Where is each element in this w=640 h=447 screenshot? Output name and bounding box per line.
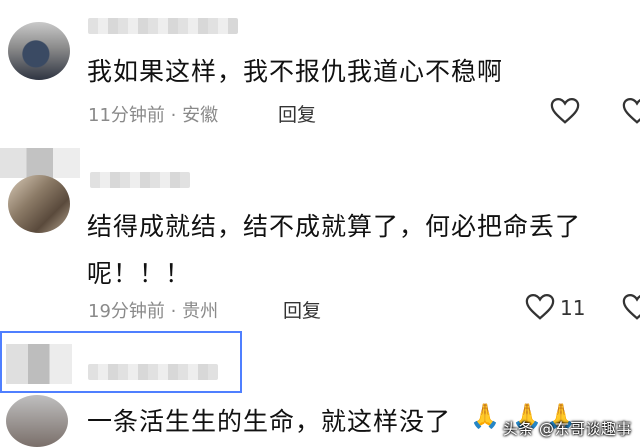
comment-location: 安徽 [182, 105, 219, 126]
meta-separator: · [170, 301, 177, 322]
comment-time: 11分钟前 [88, 105, 165, 126]
meta-separator: · [170, 105, 177, 126]
comment-text-line2: 呢！！！ [87, 259, 192, 288]
reply-button[interactable]: 回复 [278, 100, 316, 127]
heart-icon[interactable] [550, 97, 580, 125]
username-blurred[interactable] [88, 364, 218, 380]
blurred-block [0, 148, 80, 178]
blurred-block [6, 344, 72, 384]
avatar[interactable] [8, 175, 70, 233]
heart-icon[interactable] [622, 293, 640, 321]
like-count: 11 [560, 296, 586, 320]
watermark: 头条 @东哥谈趣事 [502, 420, 632, 438]
comment-text: 一条活生生的生命，就这样没了 [87, 407, 452, 436]
comment-meta: 19分钟前 · 贵州 [88, 297, 218, 323]
username-blurred[interactable] [88, 18, 238, 34]
avatar[interactable] [8, 22, 70, 80]
avatar[interactable] [6, 395, 68, 447]
comment-time: 19分钟前 [88, 301, 165, 322]
comment-text: 我如果这样，我不报仇我道心不稳啊 [87, 57, 504, 86]
comment-location: 贵州 [182, 301, 219, 322]
prayer-hands-emoji: 🙏 [470, 402, 500, 430]
heart-icon[interactable] [525, 293, 555, 321]
comment-text-line1: 结得成就结，结不成就算了，何必把命丢了 [87, 212, 582, 241]
reply-button[interactable]: 回复 [283, 296, 321, 323]
comment-meta: 11分钟前 · 安徽 [88, 101, 218, 127]
username-blurred[interactable] [90, 172, 190, 188]
heart-icon[interactable] [622, 97, 640, 125]
